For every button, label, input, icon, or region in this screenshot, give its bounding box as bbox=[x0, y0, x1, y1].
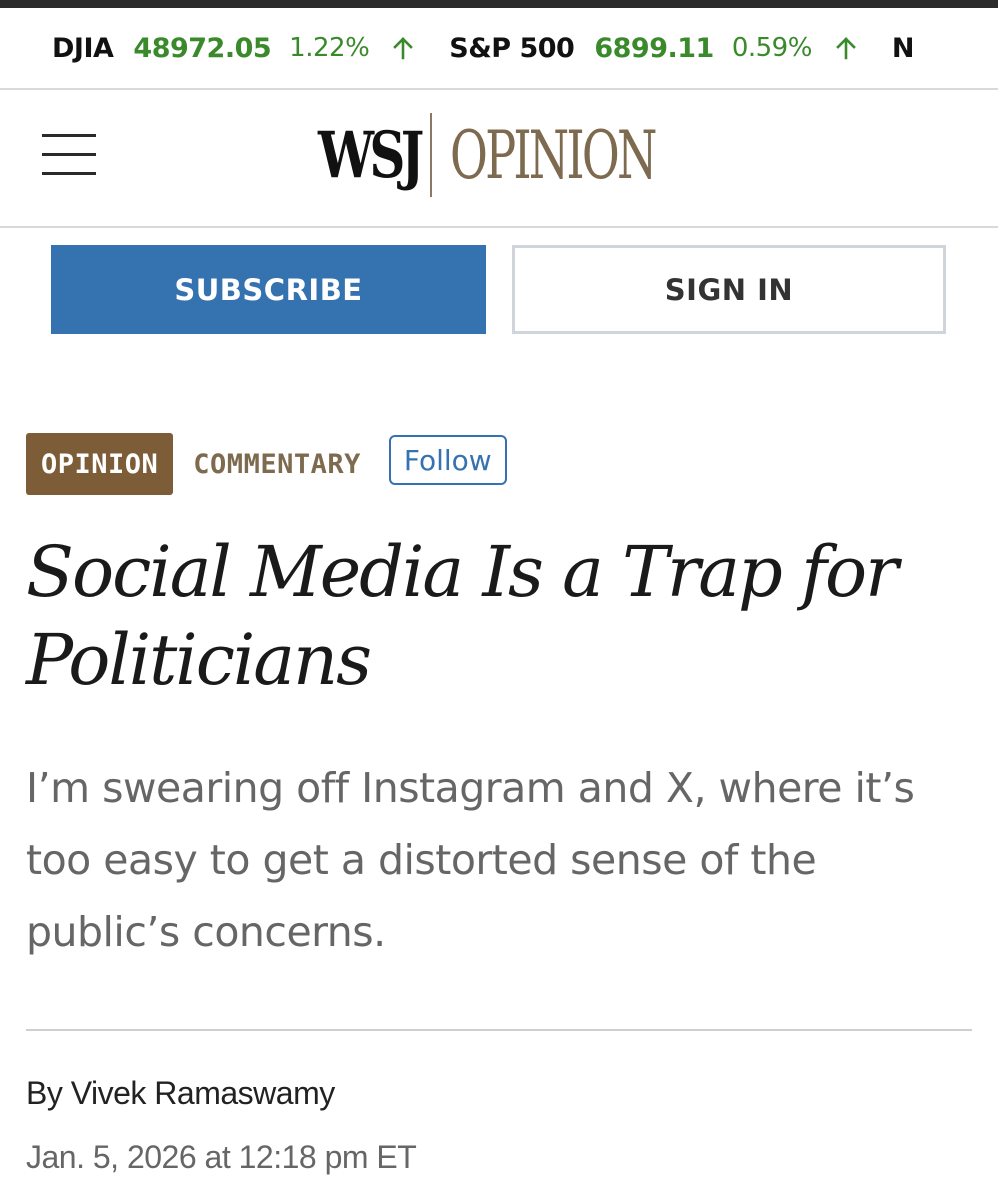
ticker-track: DJIA 48972.05 1.22% S&P 500 6899.11 0.59… bbox=[52, 8, 968, 88]
byline-prefix: By bbox=[26, 1075, 63, 1111]
ticker-item-sp500[interactable]: S&P 500 6899.11 0.59% bbox=[449, 33, 858, 64]
category-label[interactable]: COMMENTARY bbox=[193, 449, 361, 480]
ticker-symbol: N bbox=[891, 32, 915, 64]
ticker-change: 0.59% bbox=[731, 33, 813, 63]
ticker-symbol: DJIA bbox=[52, 32, 114, 64]
arrow-up-icon bbox=[836, 37, 856, 60]
ticker-value: 6899.11 bbox=[594, 32, 714, 64]
hamburger-menu-icon[interactable] bbox=[42, 134, 96, 178]
ticker-symbol: S&P 500 bbox=[449, 32, 575, 64]
ticker-item-djia[interactable]: DJIA 48972.05 1.22% bbox=[52, 33, 415, 64]
article-divider bbox=[26, 1029, 972, 1031]
sign-in-button[interactable]: SIGN IN bbox=[512, 245, 946, 334]
article-headline: Social Media Is a Trap for Politicians bbox=[26, 531, 899, 701]
masthead: WSJ OPINION bbox=[0, 90, 998, 226]
byline: By Vivek Ramaswamy bbox=[26, 1075, 335, 1112]
publish-timestamp: Jan. 5, 2026 at 12:18 pm ET bbox=[26, 1139, 417, 1175]
wsj-opinion-logo[interactable]: WSJ OPINION bbox=[318, 110, 742, 200]
article-dek: I’m swearing off Instagram and X, where … bbox=[26, 764, 915, 956]
top-edge-strip bbox=[0, 0, 998, 8]
logo-divider bbox=[430, 113, 432, 197]
ticker-item-partial[interactable]: N bbox=[892, 33, 934, 64]
article-labels: OPINION COMMENTARY Follow bbox=[26, 433, 507, 495]
subscribe-button[interactable]: SUBSCRIBE bbox=[51, 245, 486, 334]
logo-wsj: WSJ bbox=[318, 117, 424, 193]
follow-button[interactable]: Follow bbox=[388, 435, 507, 485]
ticker-value: 48972.05 bbox=[133, 32, 272, 64]
opinion-badge[interactable]: OPINION bbox=[26, 433, 174, 495]
logo-section: OPINION bbox=[450, 116, 657, 194]
masthead-divider bbox=[0, 226, 998, 228]
ticker-change: 1.22% bbox=[289, 33, 370, 63]
market-ticker: DJIA 48972.05 1.22% S&P 500 6899.11 0.59… bbox=[0, 8, 998, 88]
author-link[interactable]: Vivek Ramaswamy bbox=[71, 1075, 335, 1111]
arrow-up-icon bbox=[393, 37, 414, 60]
